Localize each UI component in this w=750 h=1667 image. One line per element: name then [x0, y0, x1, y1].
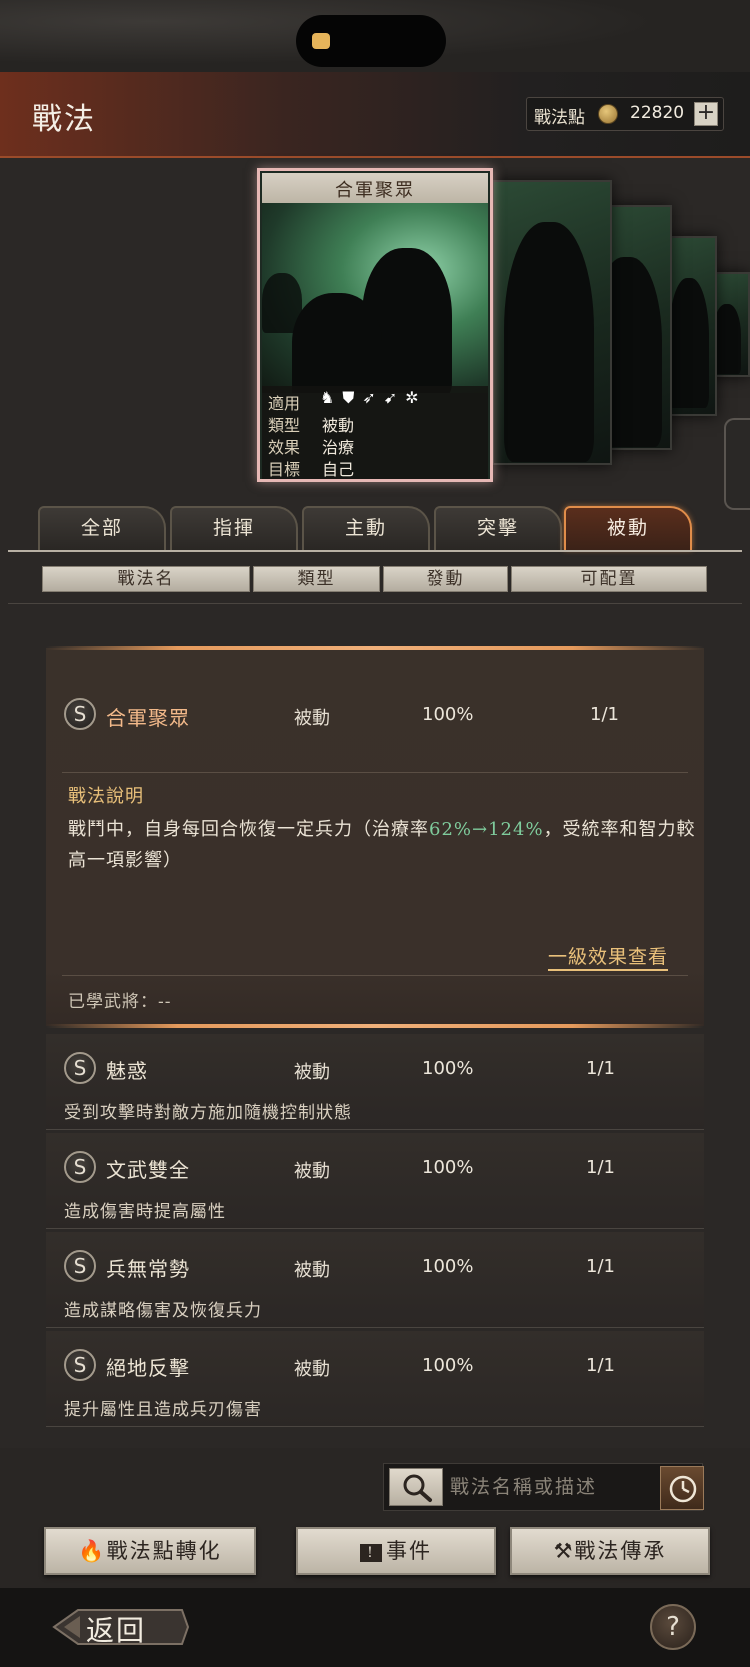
- card-info-value: 被動: [322, 416, 355, 435]
- column-header-slots[interactable]: 可配置: [511, 566, 707, 592]
- hammer-icon: ⚒: [553, 1539, 575, 1563]
- tactic-type: 被動: [294, 1359, 330, 1380]
- inherit-tactic-button[interactable]: ⚒戰法傳承: [510, 1527, 710, 1575]
- slot-count: 1/1: [586, 1157, 615, 1178]
- trigger-rate: 100%: [422, 1157, 474, 1178]
- grade-badge: S: [64, 1052, 96, 1084]
- spear-icon: ➹: [383, 388, 406, 407]
- flame-icon: 🔥: [78, 1539, 107, 1563]
- description-title: 戰法說明: [68, 786, 144, 807]
- slot-count: 1/1: [590, 704, 619, 725]
- tactic-name: 絕地反擊: [106, 1356, 190, 1380]
- troop-type-icons: ♞⛊➶➹✲: [320, 388, 427, 408]
- page-title: 戰法: [32, 102, 96, 137]
- tactic-points-value: 22820: [630, 103, 685, 123]
- tactic-summary: 造成謀略傷害及恢復兵力: [64, 1301, 262, 1321]
- tactic-type: 被動: [294, 1260, 330, 1281]
- tactic-card-preview[interactable]: [492, 180, 612, 465]
- tactic-points-label: 戰法點: [534, 108, 585, 128]
- app-indicator-icon: [312, 33, 330, 49]
- tactic-summary: 提升屬性且造成兵刃傷害: [64, 1400, 262, 1420]
- inherit-tactic-label: 戰法傳承: [574, 1539, 667, 1563]
- add-points-button[interactable]: +: [694, 102, 718, 126]
- search-icon: [403, 1474, 432, 1502]
- trigger-rate: 100%: [422, 1256, 474, 1277]
- tactic-summary: 受到攻擊時對敵方施加隨機控制狀態: [64, 1103, 352, 1123]
- card-info-key: 效果: [268, 438, 301, 457]
- divider: [62, 975, 688, 976]
- coin-icon: [598, 104, 618, 124]
- tab-active[interactable]: 主動: [302, 506, 430, 550]
- tab-assault[interactable]: 突擊: [434, 506, 562, 550]
- tab-underline: [8, 550, 742, 552]
- tactic-type: 被動: [294, 708, 330, 729]
- tab-command[interactable]: 指揮: [170, 506, 298, 550]
- help-button[interactable]: ?: [650, 1604, 696, 1650]
- slot-count: 1/1: [586, 1256, 615, 1277]
- convert-points-button[interactable]: 🔥戰法點轉化: [44, 1527, 256, 1575]
- card-info-key: 目標: [268, 460, 301, 479]
- tactic-type: 被動: [294, 1161, 330, 1182]
- grade-badge: S: [64, 1250, 96, 1282]
- tactic-name: 文武雙全: [106, 1158, 190, 1182]
- divider: [62, 772, 688, 773]
- convert-points-label: 戰法點轉化: [106, 1539, 222, 1563]
- tactic-name: 魅惑: [106, 1059, 148, 1083]
- tab-all[interactable]: 全部: [38, 506, 166, 550]
- tactic-name: 合軍聚眾: [106, 706, 190, 730]
- events-label: 事件: [386, 1539, 432, 1563]
- trigger-rate: 100%: [422, 704, 474, 725]
- back-label: 返回: [86, 1614, 147, 1647]
- column-header-name[interactable]: 戰法名: [42, 566, 250, 592]
- slot-count: 1/1: [586, 1355, 615, 1376]
- card-artwork: [262, 203, 488, 393]
- tactic-name: 兵無常勢: [106, 1257, 190, 1281]
- description-text: 戰鬥中，自身每回合恢復一定兵力（治療率62%→124%，受統率和智力較高一項影響…: [68, 819, 696, 871]
- grade-badge: S: [64, 1349, 96, 1381]
- card-info-value: 治療: [322, 438, 355, 457]
- chariot-wheel-icon: ✲: [405, 388, 427, 407]
- column-header-type[interactable]: 類型: [253, 566, 380, 592]
- shield-icon: ⛊: [342, 388, 363, 407]
- grade-badge: S: [64, 698, 96, 730]
- highlight-glow: [46, 1024, 704, 1028]
- history-button[interactable]: [660, 1466, 704, 1510]
- events-button[interactable]: ! 事件: [296, 1527, 496, 1575]
- divider: [8, 603, 742, 604]
- clock-icon: [669, 1475, 697, 1503]
- search-button[interactable]: [389, 1468, 443, 1506]
- cavalry-icon: ♞: [320, 388, 343, 407]
- grade-badge: S: [64, 1151, 96, 1183]
- tactic-summary: 造成傷害時提高屬性: [64, 1202, 226, 1222]
- card-info-key: 類型: [268, 416, 301, 435]
- heal-rate-value: 62%→124%: [429, 819, 544, 840]
- carousel-scroll-handle[interactable]: [724, 418, 750, 510]
- card-title: 合軍聚眾: [335, 180, 415, 201]
- search-input[interactable]: [450, 1469, 650, 1505]
- column-header-trigger[interactable]: 發動: [383, 566, 508, 592]
- highlight-glow: [46, 646, 704, 650]
- level-one-effect-link[interactable]: 一級效果查看: [548, 942, 669, 971]
- learned-generals: 已學武將：--: [68, 992, 172, 1012]
- tactic-type: 被動: [294, 1062, 330, 1083]
- alert-icon: !: [360, 1543, 382, 1562]
- tab-passive[interactable]: 被動: [564, 506, 692, 550]
- trigger-rate: 100%: [422, 1355, 474, 1376]
- bow-icon: ➶: [362, 388, 384, 407]
- trigger-rate: 100%: [422, 1058, 474, 1079]
- card-info-key: 適用: [268, 394, 301, 413]
- slot-count: 1/1: [586, 1058, 615, 1079]
- card-info-value: 自己: [322, 460, 355, 479]
